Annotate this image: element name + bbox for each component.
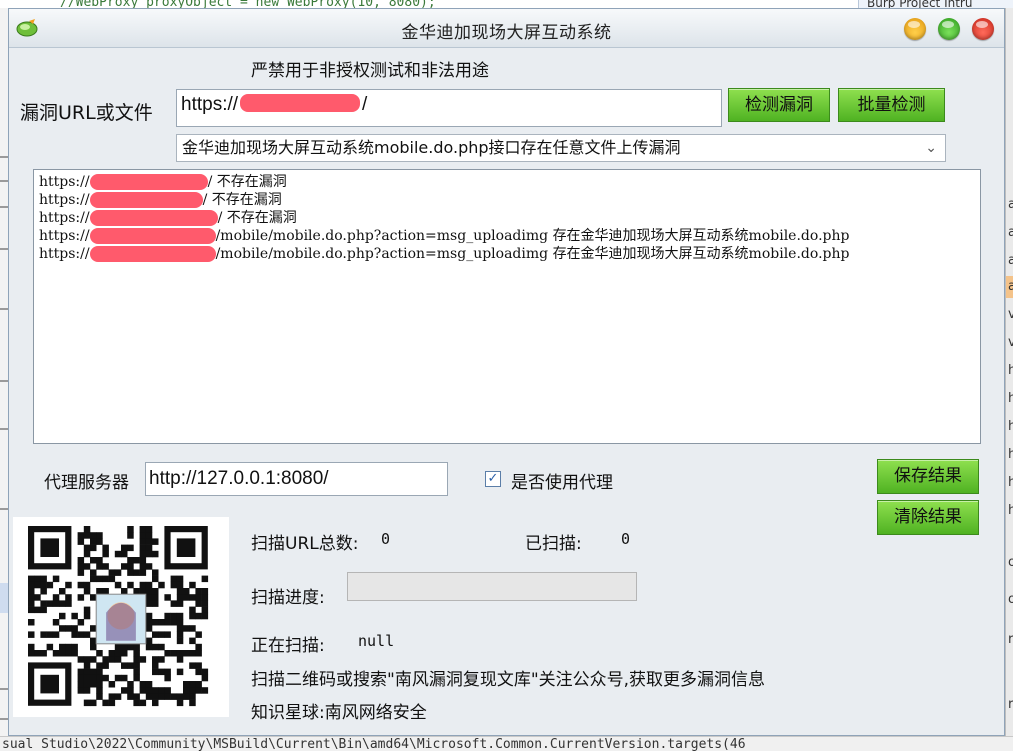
result-suffix: / 不存在漏洞 [202,192,282,208]
save-results-button[interactable]: 保存结果 [877,459,979,494]
background-right-panel: a a a a v v h h h h h h o o r r [1005,8,1013,736]
chevron-down-icon: ⌄ [925,140,937,156]
url-input-prefix: https:// [181,94,239,116]
bg-letter: a [1008,253,1013,268]
redaction-mark [240,94,361,112]
proxy-label: 代理服务器 [44,473,129,493]
redaction-mark [89,192,203,208]
clear-results-button[interactable]: 清除结果 [877,500,979,535]
redaction-mark [89,210,218,226]
bg-letter: r [1008,632,1013,647]
close-button[interactable] [972,18,994,40]
promo-text: 扫描二维码或搜索"南风漏洞复现文库"关注公众号,获取更多漏洞信息 [251,670,766,690]
bg-letter: v [1008,335,1013,350]
progress-label: 扫描进度: [251,588,325,608]
app-window: 金华迪加现场大屏互动系统 严禁用于非授权测试和非法用途 漏洞URL或文件 htt… [8,8,1005,736]
window-title: 金华迪加现场大屏互动系统 [401,23,612,43]
minimize-button[interactable] [904,18,926,40]
current-scan-value: null [358,632,395,650]
batch-detect-button[interactable]: 批量检测 [838,88,945,122]
result-prefix: https:// [39,192,90,208]
result-line: https:// /mobile/mobile.do.php?action=msg… [39,246,849,262]
detect-button[interactable]: 检测漏洞 [728,88,830,122]
bg-letter: h [1008,363,1013,378]
redaction-mark [89,174,208,190]
bg-letter: o [1008,555,1013,570]
total-urls-value: 0 [381,530,391,548]
vuln-type-selected: 金华迪加现场大屏互动系统mobile.do.php接口存在任意文件上传漏洞 [182,138,681,157]
result-line: https:// / 不存在漏洞 [39,174,287,190]
scan-progress-bar [347,572,637,601]
qr-code-image [13,517,229,717]
bg-letter: a [1008,279,1013,294]
vuln-type-select[interactable]: 金华迪加现场大屏互动系统mobile.do.php接口存在任意文件上传漏洞 ⌄ [176,134,946,162]
result-line: https:// / 不存在漏洞 [39,192,282,208]
total-urls-label: 扫描URL总数: [251,534,359,554]
title-bar[interactable]: 金华迪加现场大屏互动系统 [9,9,1004,48]
bg-letter: h [1008,447,1013,462]
redaction-mark [89,246,216,262]
qr-code-graphic [28,526,209,707]
background-build-output: sual Studio\2022\Community\MSBuild\Curre… [0,736,1013,751]
result-suffix: /mobile/mobile.do.php?action=msg_uploadi… [215,246,850,262]
redaction-mark [89,228,216,244]
bg-letter: v [1008,307,1013,322]
planet-text: 知识星球:南风网络安全 [251,703,427,723]
bg-letter: h [1008,391,1013,406]
bg-letter: h [1008,475,1013,490]
use-proxy-label: 是否使用代理 [511,473,613,493]
result-suffix: / 不存在漏洞 [217,210,297,226]
result-prefix: https:// [39,210,90,226]
scanned-label: 已扫描: [525,534,582,554]
bg-letter: a [1008,197,1013,212]
bg-letter: h [1008,419,1013,434]
warning-text: 严禁用于非授权测试和非法用途 [251,61,489,81]
result-prefix: https:// [39,246,90,262]
result-suffix: /mobile/mobile.do.php?action=msg_uploadi… [215,228,850,244]
background-code-line: //WebProxy proxyObject = new WebProxy(10… [0,0,920,8]
result-suffix: / 不存在漏洞 [207,174,287,190]
scanned-value: 0 [621,530,631,548]
maximize-button[interactable] [938,18,960,40]
result-prefix: https:// [39,228,90,244]
bg-letter: a [1008,225,1013,240]
result-line: https:// / 不存在漏洞 [39,210,297,226]
bg-letter: h [1008,503,1013,518]
bg-letter: r [1008,697,1013,712]
result-line: https:// /mobile/mobile.do.php?action=msg… [39,228,849,244]
url-input[interactable]: https:// / [176,89,722,127]
results-textarea[interactable]: https:// / 不存在漏洞 https:// / 不存在漏洞 https://… [33,169,981,444]
background-burp-tab: Burp Project Intru [858,0,1013,8]
background-editor-gutter [0,8,8,736]
bg-letter: o [1008,592,1013,607]
result-prefix: https:// [39,174,90,190]
url-label: 漏洞URL或文件 [20,102,153,124]
proxy-input[interactable]: http://127.0.0.1:8080/ [145,462,448,496]
url-input-suffix: / [362,94,368,116]
use-proxy-checkbox[interactable]: ✓ [485,471,501,487]
current-scan-label: 正在扫描: [251,636,325,656]
